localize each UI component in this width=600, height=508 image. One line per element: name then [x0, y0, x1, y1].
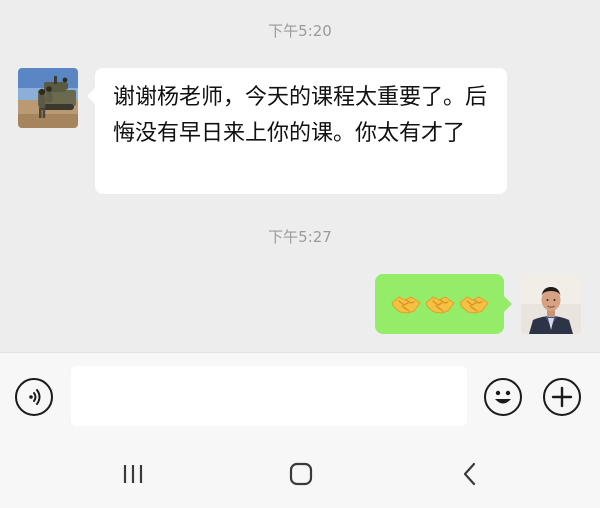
- voice-button[interactable]: [15, 378, 53, 416]
- avatar-soldier-photo[interactable]: [18, 68, 78, 128]
- plus-icon: [551, 386, 573, 408]
- avatar-man-photo[interactable]: [521, 274, 581, 334]
- recent-apps-icon: [123, 465, 143, 483]
- message-input[interactable]: [71, 366, 467, 426]
- system-navigation-bar: [0, 440, 600, 508]
- back-button[interactable]: [450, 458, 490, 490]
- handshake-icon: [390, 296, 421, 314]
- timestamp: 下午5:20: [268, 22, 332, 40]
- recent-apps-button[interactable]: [113, 458, 153, 490]
- input-bar: [0, 352, 600, 440]
- outgoing-message-bubble[interactable]: [375, 274, 512, 334]
- chat-area[interactable]: 下午5:20 谢谢杨老师，今天的课程太重要了。后悔没有早日来上你的课。你太有才了: [0, 0, 600, 352]
- message-text: 谢谢杨老师，今天的课程太重要了。后悔没有早日来上你的课。你太有才了: [113, 85, 488, 146]
- plus-button[interactable]: [543, 378, 581, 416]
- home-icon: [289, 462, 313, 486]
- emoji-icon: [495, 390, 511, 404]
- handshake-icon: [458, 296, 489, 314]
- handshake-icon: [424, 296, 455, 314]
- home-button[interactable]: [281, 458, 321, 490]
- back-icon: [463, 462, 476, 486]
- voice-icon: [29, 389, 41, 405]
- emoji-button[interactable]: [484, 378, 522, 416]
- timestamp: 下午5:27: [268, 228, 332, 246]
- incoming-message-bubble[interactable]: 谢谢杨老师，今天的课程太重要了。后悔没有早日来上你的课。你太有才了: [87, 68, 507, 194]
